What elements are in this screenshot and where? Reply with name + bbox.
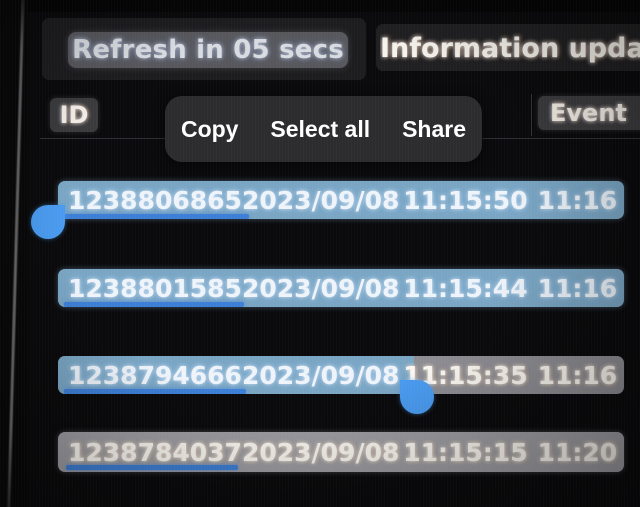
table-row[interactable]: 1238806865 2023/09/08 11:15:50 11:16 xyxy=(58,181,624,219)
cell-date: 2023/09/08 xyxy=(241,273,400,303)
table-row[interactable]: 1238794666 2023/09/08 11:15:35 11:16 xyxy=(58,356,624,394)
cell-date: 2023/09/08 xyxy=(241,360,400,390)
cell-date: 2023/09/08 xyxy=(241,437,400,467)
cell-event: 11:16 xyxy=(537,185,618,215)
column-header-event-label: Event xyxy=(550,99,627,127)
header-column-separator xyxy=(531,94,532,136)
cell-time: 11:15:44 xyxy=(403,273,528,303)
row-selection-underline xyxy=(66,465,238,470)
refresh-countdown-label: Refresh in 05 secs xyxy=(72,35,344,65)
selection-handle-end[interactable] xyxy=(400,380,434,414)
cell-time: 11:15:15 xyxy=(403,437,528,467)
cell-event: 11:16 xyxy=(537,273,618,303)
context-menu-item-select-all[interactable]: Select all xyxy=(262,110,378,149)
cell-id: 1238806865 xyxy=(68,185,242,215)
column-header-id[interactable]: ID xyxy=(50,98,98,132)
table-row[interactable]: 1238801585 2023/09/08 11:15:44 11:16 xyxy=(58,269,624,307)
cell-event: 11:16 xyxy=(537,360,618,390)
row-selection-underline xyxy=(64,214,249,219)
status-message: Information upda xyxy=(380,28,640,68)
device-bezel-top xyxy=(0,0,640,12)
cell-id: 1238801585 xyxy=(68,273,242,303)
row-selection-underline xyxy=(64,389,246,394)
selection-handle-start[interactable] xyxy=(31,205,65,239)
row-selection-underline xyxy=(64,302,244,307)
column-header-event[interactable]: Event xyxy=(538,96,640,130)
table-row[interactable]: 1238784037 2023/09/08 11:15:15 11:20 xyxy=(58,432,624,472)
column-header-id-label: ID xyxy=(59,101,89,129)
context-menu-item-copy[interactable]: Copy xyxy=(173,110,247,149)
text-selection-context-menu: Copy Select all Share xyxy=(165,96,482,162)
cell-id: 1238794666 xyxy=(68,360,242,390)
cell-date: 2023/09/08 xyxy=(241,185,400,215)
cell-time: 11:15:50 xyxy=(403,185,528,215)
cell-event: 11:20 xyxy=(537,437,618,467)
screen-photo: Refresh in 05 secs Information upda ID E… xyxy=(0,0,640,507)
top-toolbar: Refresh in 05 secs Information upda xyxy=(28,14,640,82)
context-menu-item-share[interactable]: Share xyxy=(394,110,474,149)
refresh-countdown-button[interactable]: Refresh in 05 secs xyxy=(68,32,348,68)
app-screen: Refresh in 05 secs Information upda ID E… xyxy=(28,8,640,507)
status-message-label: Information upda xyxy=(380,32,640,64)
cell-id: 1238784037 xyxy=(68,437,242,467)
